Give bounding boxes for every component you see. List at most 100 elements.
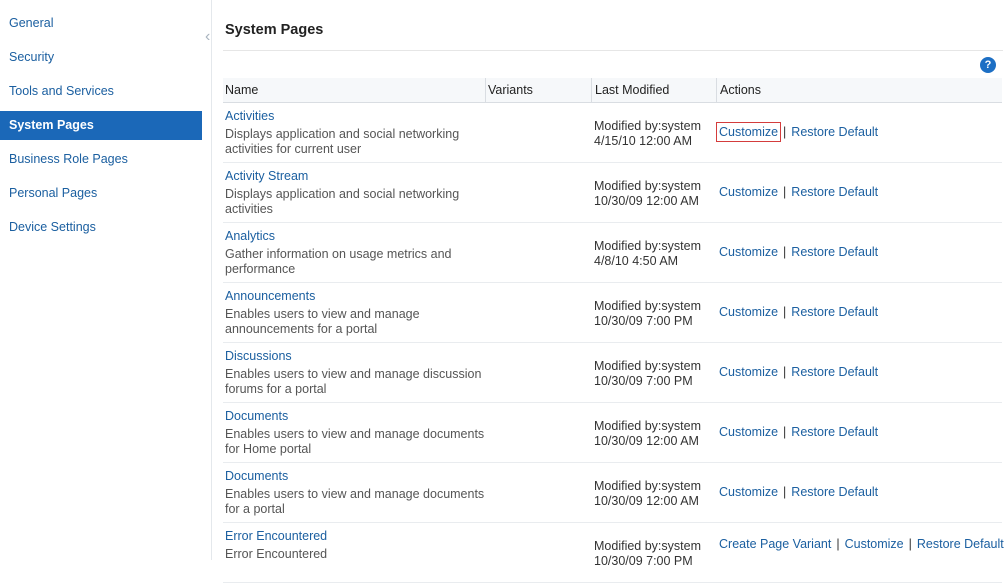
last-modified: Modified by:system 10/30/09 7:00 PM: [594, 299, 701, 329]
restore-default-link[interactable]: Restore Default: [791, 185, 878, 199]
description-line: Enables users to view and manage documen…: [225, 427, 485, 441]
customize-link[interactable]: Customize: [719, 185, 778, 199]
description-line: for Home portal: [225, 442, 312, 456]
page-name-link[interactable]: Documents: [225, 409, 288, 423]
modified-by: Modified by:system: [594, 419, 701, 433]
table-row: Activities Displays application and soci…: [223, 103, 1002, 163]
row-actions: Customize | Restore Default: [719, 425, 878, 439]
page-description: Gather information on usage metrics and p…: [225, 247, 487, 277]
page-description: Enables users to view and manage announce…: [225, 307, 487, 337]
action-separator: |: [836, 537, 840, 551]
restore-default-link[interactable]: Restore Default: [791, 485, 878, 499]
modified-date: 10/30/09 12:00 AM: [594, 494, 699, 508]
description-line: announcements for a portal: [225, 322, 378, 336]
system-pages-table: Name Variants Last Modified Actions Acti…: [223, 78, 1004, 583]
last-modified: Modified by:system 10/30/09 12:00 AM: [594, 179, 701, 209]
table-row: Analytics Gather information on usage me…: [223, 223, 1002, 283]
row-actions: Create Page Variant | Customize | Restore De…: [719, 537, 1004, 551]
help-icon[interactable]: ?: [980, 57, 996, 73]
table-header: Name Variants Last Modified Actions: [223, 78, 1002, 103]
main-panel: System Pages ? Name Variants Last Modifi…: [213, 0, 1006, 583]
modified-by: Modified by:system: [594, 299, 701, 313]
sidebar-item-security[interactable]: Security: [0, 43, 202, 72]
last-modified: Modified by:system 10/30/09 7:00 PM: [594, 359, 701, 389]
table-row: Error Encountered Error Encountered Modi…: [223, 523, 1004, 583]
description-line: for a portal: [225, 502, 285, 516]
table-row: Documents Enables users to view and mana…: [223, 463, 1002, 523]
action-separator: |: [783, 425, 787, 439]
page-name-link[interactable]: Activities: [225, 109, 274, 123]
modified-date: 10/30/09 12:00 AM: [594, 434, 699, 448]
modified-by: Modified by:system: [594, 119, 701, 133]
sidebar-item-device-settings[interactable]: Device Settings: [0, 213, 202, 242]
row-actions: Customize | Restore Default: [715, 122, 878, 142]
description-line: activities for current user: [225, 142, 362, 156]
column-header-last-modified[interactable]: Last Modified: [591, 78, 716, 102]
page-description: Enables users to view and manage documen…: [225, 427, 487, 457]
description-line: Displays application and social networki…: [225, 127, 460, 141]
modified-date: 10/30/09 7:00 PM: [594, 554, 693, 568]
table-row: Activity Stream Displays application and…: [223, 163, 1002, 223]
page-name-link[interactable]: Analytics: [225, 229, 275, 243]
description-line: Enables users to view and manage: [225, 307, 420, 321]
description-line: Enables users to view and manage documen…: [225, 487, 485, 501]
row-actions: Customize | Restore Default: [719, 365, 878, 379]
last-modified: Modified by:system 4/8/10 4:50 AM: [594, 239, 701, 269]
last-modified: Modified by:system 10/30/09 12:00 AM: [594, 479, 701, 509]
page-name-link[interactable]: Documents: [225, 469, 288, 483]
page-name-link[interactable]: Announcements: [225, 289, 315, 303]
customize-link[interactable]: Customize: [719, 245, 778, 259]
row-actions: Customize | Restore Default: [719, 305, 878, 319]
modified-date: 4/8/10 4:50 AM: [594, 254, 679, 268]
page-description: Displays application and social networki…: [225, 127, 487, 157]
modified-date: 10/30/09 12:00 AM: [594, 194, 699, 208]
customize-link[interactable]: Customize: [719, 305, 778, 319]
last-modified: Modified by:system 10/30/09 7:00 PM: [594, 539, 701, 569]
sidebar-item-system-pages[interactable]: System Pages: [0, 111, 202, 140]
description-line: Gather information on usage metrics and: [225, 247, 452, 261]
restore-default-link[interactable]: Restore Default: [791, 365, 878, 379]
description-line: Displays application and social networki…: [225, 187, 460, 201]
row-actions: Customize | Restore Default: [719, 185, 878, 199]
column-header-actions: Actions: [716, 78, 1002, 102]
sidebar-item-general[interactable]: General: [0, 9, 202, 38]
description-line: forums for a portal: [225, 382, 327, 396]
sidebar-item-personal-pages[interactable]: Personal Pages: [0, 179, 202, 208]
last-modified: Modified by:system 4/15/10 12:00 AM: [594, 119, 701, 149]
modified-by: Modified by:system: [594, 239, 701, 253]
action-separator: |: [783, 365, 787, 379]
action-separator: |: [783, 305, 787, 319]
description-line: Enables users to view and manage discuss…: [225, 367, 482, 381]
modified-by: Modified by:system: [594, 179, 701, 193]
modified-date: 10/30/09 7:00 PM: [594, 374, 693, 388]
customize-link[interactable]: Customize: [719, 485, 778, 499]
action-separator: |: [908, 537, 912, 551]
restore-default-link[interactable]: Restore Default: [791, 305, 878, 319]
sidebar: General Security Tools and Services Syst…: [0, 0, 212, 560]
restore-default-link[interactable]: Restore Default: [791, 425, 878, 439]
page-name-link[interactable]: Activity Stream: [225, 169, 308, 183]
table-row: Announcements Enables users to view and …: [223, 283, 1002, 343]
customize-link[interactable]: Customize: [719, 365, 778, 379]
title-divider: [223, 50, 1003, 51]
page-description: Enables users to view and manage documen…: [225, 487, 487, 517]
column-header-name[interactable]: Name: [223, 78, 485, 102]
create-page-variant-link[interactable]: Create Page Variant: [719, 537, 831, 551]
restore-default-link[interactable]: Restore Default: [791, 125, 878, 139]
customize-link[interactable]: Customize: [715, 122, 782, 142]
action-separator: |: [783, 125, 787, 139]
description-line: activities: [225, 202, 273, 216]
modified-by: Modified by:system: [594, 479, 701, 493]
sidebar-item-tools-and-services[interactable]: Tools and Services: [0, 77, 202, 106]
restore-default-link[interactable]: Restore Default: [917, 537, 1004, 551]
page-name-link[interactable]: Error Encountered: [225, 529, 327, 543]
customize-link[interactable]: Customize: [845, 537, 904, 551]
column-header-variants[interactable]: Variants: [485, 78, 591, 102]
action-separator: |: [783, 485, 787, 499]
restore-default-link[interactable]: Restore Default: [791, 245, 878, 259]
page-name-link[interactable]: Discussions: [225, 349, 292, 363]
sidebar-item-business-role-pages[interactable]: Business Role Pages: [0, 145, 202, 174]
action-separator: |: [783, 245, 787, 259]
modified-date: 10/30/09 7:00 PM: [594, 314, 693, 328]
customize-link[interactable]: Customize: [719, 425, 778, 439]
